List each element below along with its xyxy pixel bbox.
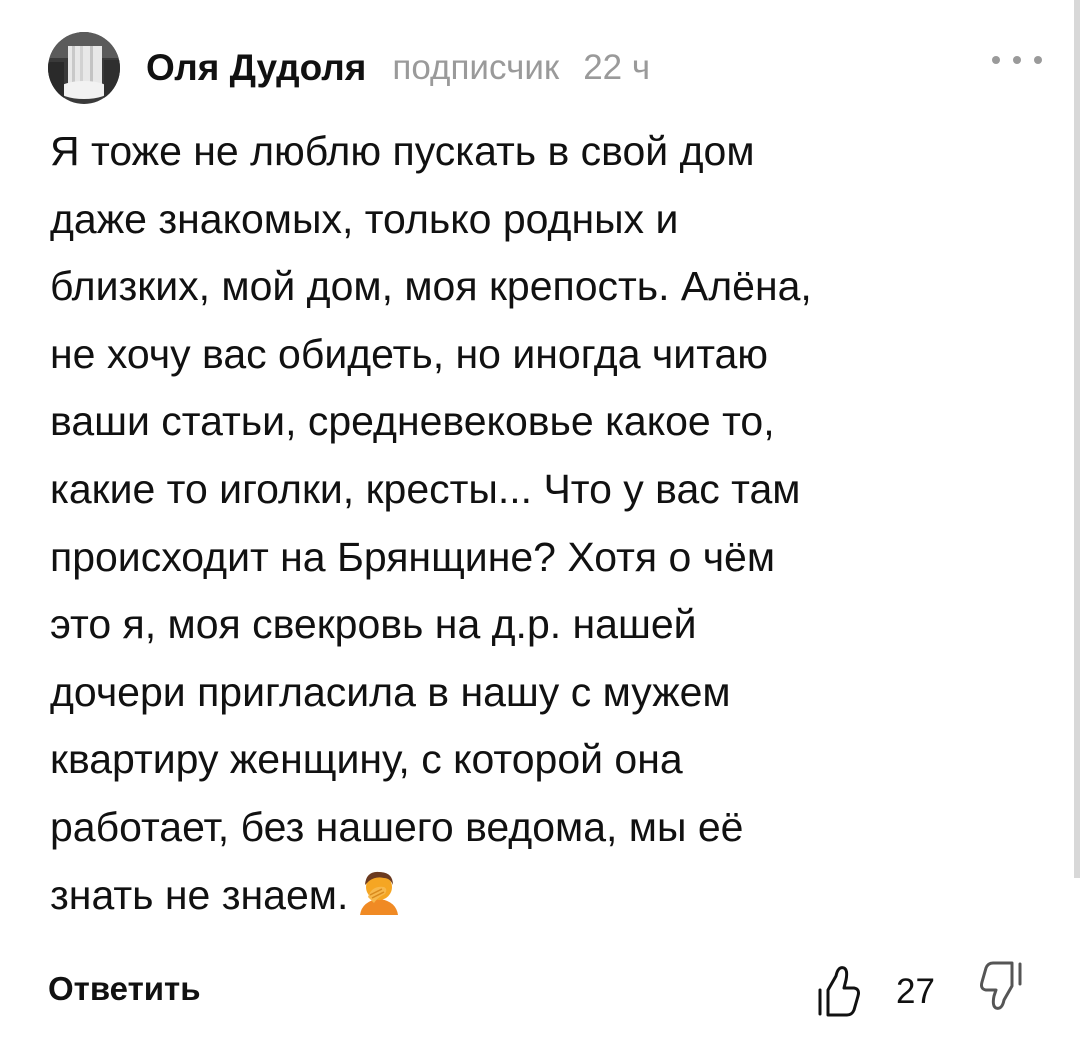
comment-footer: Ответить 27 — [48, 960, 1038, 1030]
more-dot — [1034, 56, 1042, 64]
facepalm-emoji-icon — [360, 871, 399, 915]
thumbs-up-icon[interactable] — [816, 960, 862, 1020]
more-dot — [1013, 56, 1021, 64]
scrollbar[interactable] — [1074, 0, 1080, 878]
author-role-badge: подписчик — [392, 48, 560, 87]
avatar[interactable] — [48, 32, 120, 104]
comment-header: Оля Дудоля подписчик 22 ч — [48, 26, 1048, 110]
more-options-button[interactable] — [992, 48, 1042, 72]
like-count: 27 — [896, 972, 935, 1011]
comment-timestamp: 22 ч — [583, 48, 651, 87]
author-name[interactable]: Оля Дудоля — [146, 47, 366, 89]
avatar-image — [48, 32, 120, 104]
more-horizontal-icon — [992, 56, 1000, 64]
reply-button[interactable]: Ответить — [48, 970, 201, 1008]
comment-text: Я тоже не люблю пускать в свой дом даже … — [50, 128, 812, 918]
thumbs-down-icon[interactable] — [978, 958, 1024, 1018]
comment-body: Я тоже не люблю пускать в свой дом даже … — [50, 118, 1050, 929]
